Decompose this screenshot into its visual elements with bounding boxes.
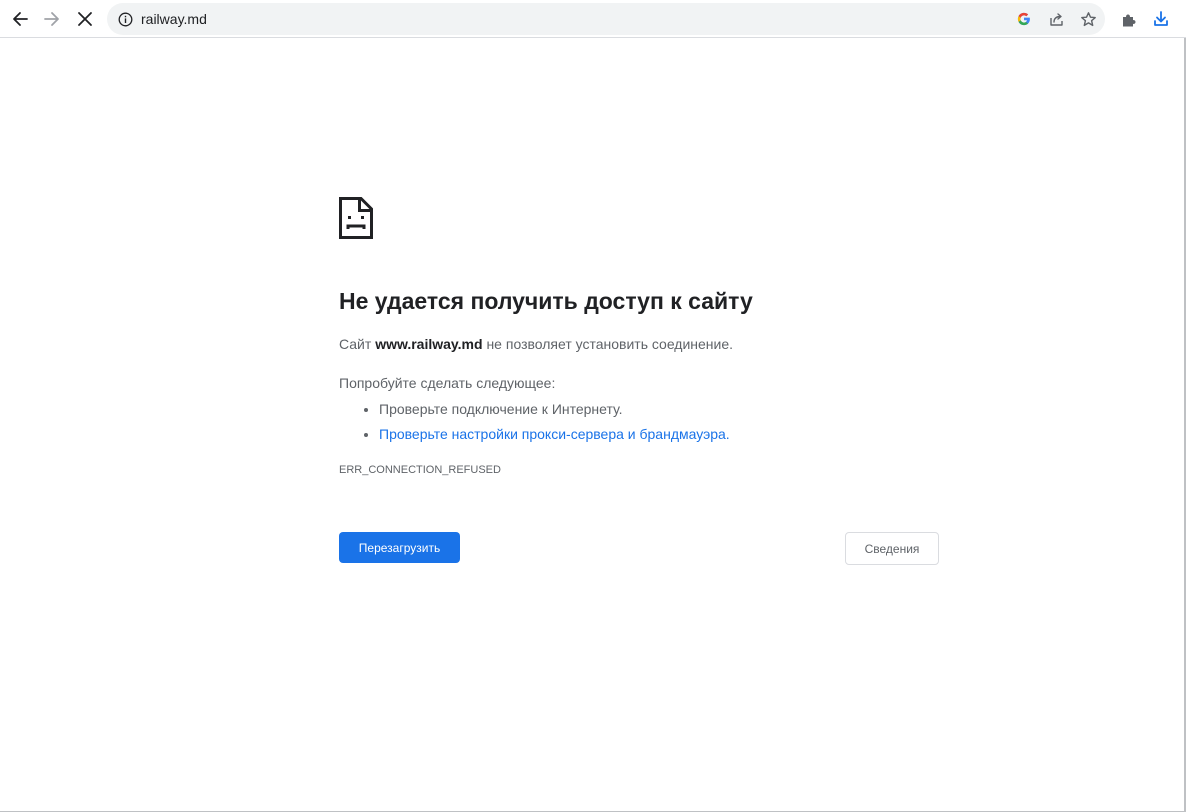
info-icon[interactable] — [117, 11, 133, 27]
browser-toolbar: railway.md — [0, 0, 1186, 38]
puzzle-icon[interactable] — [1118, 8, 1140, 30]
error-title: Не удается получить доступ к сайту — [339, 288, 753, 314]
sad-page-icon — [339, 197, 373, 239]
arrow-left-icon — [13, 12, 28, 26]
google-g-icon[interactable] — [1014, 9, 1034, 29]
share-icon[interactable] — [1046, 9, 1066, 29]
details-button[interactable]: Сведения — [845, 532, 939, 565]
stop-loading-button[interactable] — [71, 5, 99, 33]
forward-button[interactable] — [38, 5, 66, 33]
error-host: www.railway.md — [375, 336, 483, 352]
description-suffix: не позволяет установить соединение. — [482, 336, 734, 352]
download-icon[interactable] — [1150, 8, 1172, 30]
suggestion-check-connection: Проверьте подключение к Интернету. — [379, 397, 730, 422]
suggestions-list: Проверьте подключение к Интернету. Прове… — [339, 397, 730, 446]
suggestion-check-proxy-item: Проверьте настройки прокси-сервера и бра… — [379, 422, 730, 447]
description-prefix: Сайт — [339, 336, 376, 352]
error-code: ERR_CONNECTION_REFUSED — [339, 464, 501, 476]
check-proxy-firewall-link[interactable]: Проверьте настройки прокси-сервера и бра… — [379, 426, 730, 442]
arrow-right-icon — [44, 12, 59, 26]
back-button[interactable] — [6, 5, 34, 33]
address-bar[interactable]: railway.md — [107, 3, 1105, 35]
url-text[interactable]: railway.md — [141, 11, 207, 27]
error-description: Сайт www.railway.md не позволяет установ… — [339, 335, 733, 353]
suggestions-heading: Попробуйте сделать следующее: — [339, 375, 556, 391]
reload-button[interactable]: Перезагрузить — [339, 532, 460, 563]
close-icon — [78, 12, 92, 26]
star-icon[interactable] — [1078, 9, 1098, 29]
